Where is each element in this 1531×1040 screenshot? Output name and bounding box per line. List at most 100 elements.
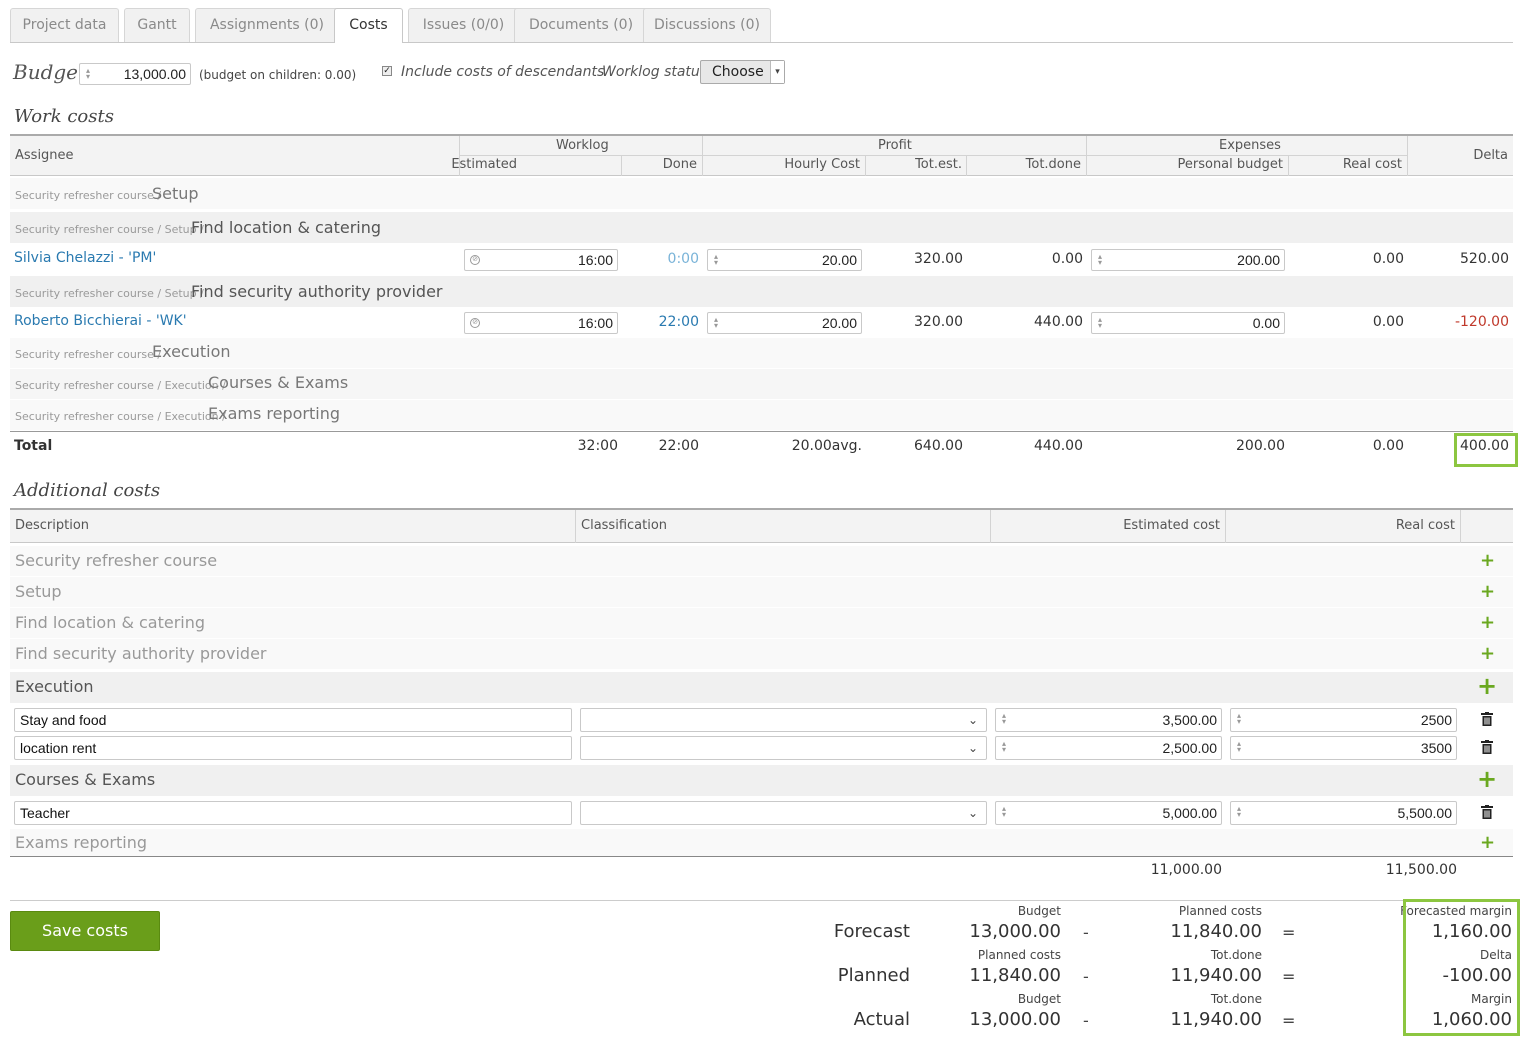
estimated-value: 16:00 [577, 315, 613, 331]
estimated-cost-input[interactable]: ▴ ▾ 5,000.00 [995, 801, 1222, 825]
budget-input[interactable]: ▴ ▾ 13,000.00 [79, 63, 191, 85]
plus-icon[interactable]: + [1480, 643, 1495, 664]
hourly-cost-input[interactable]: ▴ ▾ 20.00 [707, 249, 862, 271]
cost-group-row: Security refresher course + [10, 546, 1513, 576]
tab-assignments[interactable]: Assignments (0) [195, 8, 339, 42]
forecast-budget: 13,000.00 [969, 921, 1061, 942]
real-cost-input[interactable]: ▴ ▾ 3500 [1230, 736, 1457, 760]
tab-project-data[interactable]: Project data [10, 8, 119, 42]
additional-total-divider [10, 856, 1513, 857]
task-row: Security refresher course / Setup [10, 178, 1513, 209]
task-row: Security refresher course / Execution / … [10, 400, 1513, 430]
tab-documents[interactable]: Documents (0) [514, 8, 648, 42]
chevron-down-icon: ⌄ [967, 806, 978, 820]
cost-group-row: Find security authority provider + [10, 639, 1513, 669]
col-divider [1460, 510, 1461, 543]
hourly-cost-input[interactable]: ▴ ▾ 20.00 [707, 312, 862, 334]
cost-group-row: Execution + [10, 672, 1513, 703]
task-row: Security refresher course / Execution / … [10, 369, 1513, 399]
real-cost-value: 3500 [1420, 740, 1452, 756]
trash-icon[interactable] [1481, 740, 1493, 754]
classification-select[interactable]: ⌄ [580, 736, 987, 760]
personal-budget-input[interactable]: ▴ ▾ 200.00 [1091, 249, 1285, 271]
real-cost-input[interactable]: ▴ ▾ 5,500.00 [1230, 801, 1457, 825]
total-done: 22:00 [658, 438, 699, 454]
trash-icon[interactable] [1481, 712, 1493, 726]
cost-description-input[interactable]: location rent [14, 736, 572, 760]
real-cost-value: 5,500.00 [1397, 805, 1453, 821]
tab-discussions[interactable]: Discussions (0) [643, 8, 771, 42]
total-estimated: 32:00 [577, 438, 618, 454]
header-bottom-line [10, 542, 1513, 543]
cost-group-name: Find security authority provider [15, 644, 267, 663]
cost-group-row: Setup + [10, 577, 1513, 607]
col-divider [966, 156, 967, 176]
plus-icon[interactable]: + [1480, 832, 1495, 853]
total-row: Total 32:00 22:00 20.00avg. 640.00 440.0… [10, 432, 1513, 462]
th-tot-done: Tot.done [1025, 157, 1081, 172]
classification-select[interactable]: ⌄ [580, 708, 987, 732]
assignee-link[interactable]: Silvia Chelazzi - 'PM' [14, 250, 156, 266]
plus-icon[interactable]: + [1480, 612, 1495, 633]
spinner-icon[interactable]: ▴ ▾ [712, 253, 718, 267]
planned-label: Planned [837, 965, 910, 986]
spinner-icon[interactable]: ▴ ▾ [1000, 712, 1006, 726]
spinner-icon[interactable]: ▴ ▾ [84, 67, 90, 81]
estimated-cost-input[interactable]: ▴ ▾ 3,500.00 [995, 708, 1222, 732]
cost-description-input[interactable]: Stay and food [14, 708, 572, 732]
th-expenses: Expenses [1219, 138, 1281, 153]
cost-description-input[interactable]: Teacher [14, 801, 572, 825]
personal-budget-input[interactable]: ▴ ▾ 0.00 [1091, 312, 1285, 334]
cost-group-name: Execution [15, 677, 94, 696]
task-row: Security refresher course / Setup / Find… [10, 212, 1513, 243]
personal-budget-value: 200.00 [1237, 252, 1280, 268]
cost-group-name: Courses & Exams [15, 770, 156, 789]
spinner-icon[interactable]: ▴ ▾ [1096, 253, 1102, 267]
col-divider [990, 510, 991, 543]
plus-icon[interactable]: + [1477, 672, 1497, 700]
hourly-cost-value: 20.00 [821, 315, 857, 331]
assignee-link[interactable]: Roberto Bicchierai - 'WK' [14, 313, 187, 329]
done-link[interactable]: 0:00 [668, 251, 699, 267]
th-real-cost: Real cost [1395, 518, 1455, 533]
classification-select[interactable]: ⌄ [580, 801, 987, 825]
spinner-icon[interactable]: ▴ ▾ [712, 316, 718, 330]
footer-divider [10, 900, 1513, 901]
plus-icon[interactable]: + [1477, 765, 1497, 793]
header-divider [459, 155, 1407, 156]
estimated-cost-input[interactable]: ▴ ▾ 2,500.00 [995, 736, 1222, 760]
actual-label: Actual [853, 1009, 910, 1030]
tab-bar: Project data Gantt Assignments (0) Costs… [10, 8, 1513, 43]
spinner-icon[interactable]: ▴ ▾ [1096, 316, 1102, 330]
spinner-icon[interactable]: ▴ ▾ [1000, 805, 1006, 819]
summary-caption: Planned costs [1178, 904, 1262, 918]
tot-done-value: 440.00 [1034, 314, 1083, 330]
tab-gantt[interactable]: Gantt [124, 8, 190, 42]
plus-icon[interactable]: + [1480, 550, 1495, 571]
task-name: Exams reporting [208, 404, 340, 423]
th-real-cost: Real cost [1342, 157, 1402, 172]
estimated-input[interactable]: ⊘ 16:00 [464, 312, 618, 334]
summary-caption: Budget [1017, 992, 1061, 1006]
task-breadcrumb: Security refresher course / [15, 348, 162, 361]
spinner-icon[interactable]: ▴ ▾ [1235, 805, 1241, 819]
plus-icon[interactable]: + [1480, 581, 1495, 602]
spinner-icon[interactable]: ▴ ▾ [1000, 740, 1006, 754]
spinner-icon[interactable]: ▴ ▾ [1235, 712, 1241, 726]
delta-value: 520.00 [1460, 251, 1509, 267]
col-divider [865, 156, 866, 176]
done-link[interactable]: 22:00 [659, 314, 699, 330]
real-cost-input[interactable]: ▴ ▾ 2500 [1230, 708, 1457, 732]
spinner-icon[interactable]: ▴ ▾ [1235, 740, 1241, 754]
worklog-status-select[interactable]: Choose ▾ [700, 60, 785, 84]
checkbox-icon[interactable]: ✓ [382, 66, 392, 76]
equals-sign: = [1282, 967, 1296, 986]
estimated-cost-value: 5,000.00 [1162, 805, 1218, 821]
th-estimated: Estimated [451, 157, 517, 172]
additional-costs-title: Additional costs [14, 480, 161, 501]
tab-issues[interactable]: Issues (0/0) [408, 8, 519, 42]
trash-icon[interactable] [1481, 805, 1493, 819]
tab-costs[interactable]: Costs [334, 8, 403, 43]
save-costs-button[interactable]: Save costs [10, 911, 160, 951]
estimated-input[interactable]: ⊘ 16:00 [464, 249, 618, 271]
